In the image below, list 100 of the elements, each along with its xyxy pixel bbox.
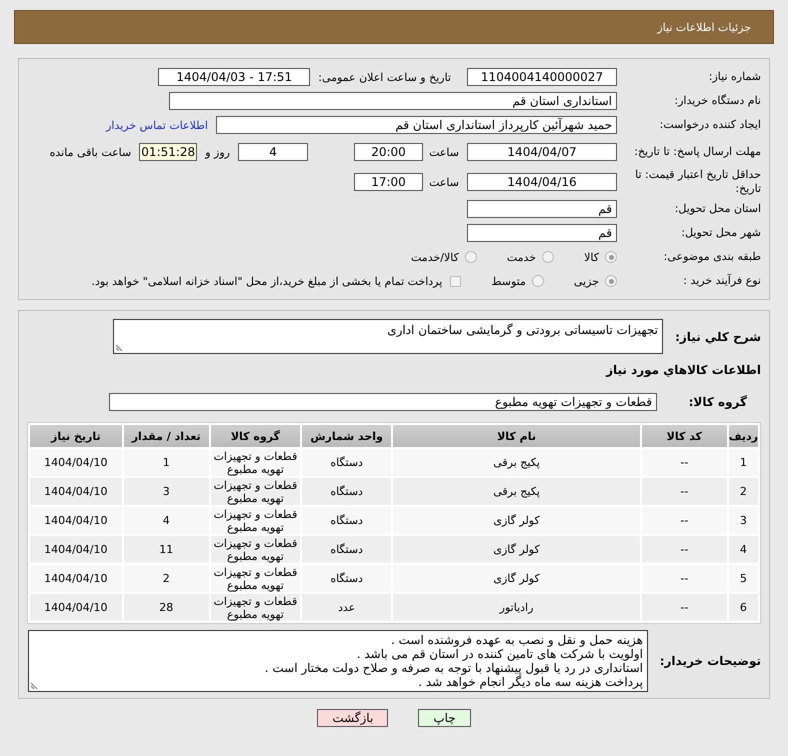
field-label: شرح کلي نیاز: — [674, 330, 761, 344]
radio-label: متوسط — [491, 274, 526, 288]
table-cell: 1404/04/10 — [30, 507, 122, 534]
back-button[interactable]: بازگشت — [317, 709, 388, 727]
need-number-field[interactable]: 1104004140000027 — [467, 68, 617, 86]
table-cell: -- — [642, 507, 727, 534]
notes-field[interactable]: هزینه حمل و نقل و نصب به عهده فروشنده است . اولویت با شرکت های تامین کننده در استان قم می باشد . استانداری در رد یا قبول پیشنهاد با توجه به صرفه و صلاح دولت مختار است . پرداخت هزینه سه ماه دیگر انجام خواهد شد . — [28, 630, 648, 692]
table-cell: قطعات و تجهیزات تهویه مطبوع — [210, 507, 300, 534]
province-field[interactable]: قم — [467, 200, 617, 218]
table-cell: -- — [642, 565, 727, 592]
table-cell: 1404/04/10 — [30, 565, 122, 592]
column-header: نام کالا — [393, 425, 640, 447]
radio-label: جزیی — [574, 274, 599, 288]
radio-button[interactable] — [605, 251, 617, 263]
field-label: طبقه بندی موضوعی: — [662, 250, 761, 264]
buyer-org-field[interactable]: استانداری استان قم — [169, 92, 617, 110]
column-header: واحد شمارش — [302, 425, 392, 447]
table-cell: 1404/04/10 — [30, 478, 122, 505]
radio-button[interactable] — [532, 275, 544, 287]
city-field[interactable]: قم — [467, 224, 617, 242]
radio-button[interactable] — [605, 275, 617, 287]
table-cell: 4 — [124, 507, 209, 534]
table-cell: پکیج برقی — [393, 478, 640, 505]
table-cell: پکیج برقی — [393, 449, 640, 476]
field-label: شماره نیاز: — [708, 70, 761, 84]
field-label: مهلت ارسال پاسخ: تا تاریخ: — [633, 145, 761, 159]
print-button[interactable]: چاپ — [418, 709, 471, 727]
field-label: تاریخ و ساعت اعلان عمومی: — [318, 70, 451, 84]
table-cell: قطعات و تجهیزات تهویه مطبوع — [210, 565, 300, 592]
table-cell: 1 — [728, 449, 758, 476]
table-cell: 1404/04/10 — [30, 449, 122, 476]
checkbox-label: پرداخت تمام یا بخشی از مبلغ خرید،از محل "اسناد خزانه اسلامی" خواهد بود. — [92, 274, 442, 288]
table-cell: دستگاه — [302, 449, 392, 476]
table-cell: -- — [642, 594, 727, 621]
table-cell: 1404/04/10 — [30, 536, 122, 563]
table-cell: 28 — [124, 594, 209, 621]
table-cell: -- — [642, 536, 727, 563]
field-label: نام دستگاه خریدار: — [673, 94, 761, 108]
resize-grip-icon[interactable] — [116, 343, 124, 351]
table-cell: رادیاتور — [393, 594, 640, 621]
column-header: کد کالا — [642, 425, 727, 447]
radio-button[interactable] — [464, 251, 477, 263]
column-header: گروه کالا — [210, 425, 300, 447]
column-header: ردیف — [728, 425, 758, 447]
section-title: اطلاعات کالاهاي مورد نياز — [606, 363, 761, 377]
table-cell: عدد — [302, 594, 392, 621]
table-cell: -- — [642, 449, 727, 476]
column-header: تاریخ نیاز — [30, 425, 122, 447]
table-cell: -- — [642, 478, 727, 505]
remaining-label: ساعت باقی مانده — [50, 146, 132, 158]
days-label: روز و — [205, 146, 230, 158]
radio-label: کالا — [584, 250, 599, 264]
field-label: شهر محل تحویل: — [680, 226, 761, 240]
deadline-time-field[interactable]: 20:00 — [354, 143, 423, 161]
table-cell: دستگاه — [302, 536, 392, 563]
radio-button[interactable] — [542, 251, 554, 263]
table-cell: 2 — [124, 565, 209, 592]
requester-field[interactable]: حمید شهرآئین کارپرداز استانداری استان قم — [216, 116, 617, 134]
radio-label: خدمت — [506, 250, 536, 264]
field-label: استان محل تحویل: — [674, 202, 761, 216]
time-label: ساعت — [431, 146, 459, 158]
field-label: نوع فرآیند خرید : — [682, 274, 761, 288]
field-label: ایجاد کننده درخواست: — [658, 118, 761, 132]
table-cell: 1404/04/10 — [30, 594, 122, 621]
validity-date-field[interactable]: 1404/04/16 — [467, 173, 617, 191]
table-cell: دستگاه — [302, 565, 392, 592]
table-cell: 1 — [124, 449, 209, 476]
goods-group-field[interactable]: قطعات و تجهیزات تهویه مطبوع — [109, 393, 657, 411]
description-field[interactable]: تجهیزات تاسیساتی برودتی و گرمایشی ساختمان اداری — [113, 319, 663, 354]
radio-label: کالا/خدمت — [411, 250, 459, 264]
contact-link[interactable]: اطلاعات تماس خریدار — [106, 118, 208, 132]
table-cell: 5 — [728, 565, 758, 592]
deadline-date-field[interactable]: 1404/04/07 — [467, 143, 617, 161]
announce-date-field[interactable]: 1404/04/03 - 17:51 — [158, 68, 310, 86]
page-title: جزئیات اطلاعات نیاز — [657, 20, 751, 34]
table-cell: 2 — [728, 478, 758, 505]
table-cell: قطعات و تجهیزات تهویه مطبوع — [210, 536, 300, 563]
field-label: حداقل تاریخ اعتبار قیمت: تا تاریخ: — [634, 168, 761, 196]
field-label: توضیحات خریدار: — [658, 654, 761, 668]
table-cell: قطعات و تجهیزات تهویه مطبوع — [210, 478, 300, 505]
table-cell: دستگاه — [302, 507, 392, 534]
table-cell: قطعات و تجهیزات تهویه مطبوع — [210, 594, 300, 621]
table-cell: 4 — [728, 536, 758, 563]
table-cell: کولر گازی — [393, 536, 640, 563]
time-label: ساعت — [431, 176, 459, 188]
table-cell: قطعات و تجهیزات تهویه مطبوع — [210, 449, 300, 476]
table-cell: کولر گازی — [393, 507, 640, 534]
table-cell: دستگاه — [302, 478, 392, 505]
validity-time-field[interactable]: 17:00 — [354, 173, 423, 191]
checkbox[interactable] — [450, 276, 462, 286]
days-field[interactable]: 4 — [238, 143, 308, 161]
column-header: تعداد / مقدار — [124, 425, 209, 447]
remaining-time-field[interactable]: 01:51:28 — [139, 143, 198, 161]
table-cell: کولر گازی — [393, 565, 640, 592]
resize-grip-icon[interactable] — [31, 681, 39, 689]
table-cell: 3 — [124, 478, 209, 505]
table-cell: 6 — [728, 594, 758, 621]
table-cell: 11 — [124, 536, 209, 563]
table-cell: 3 — [728, 507, 758, 534]
field-label: گروه کالا: — [688, 395, 748, 409]
